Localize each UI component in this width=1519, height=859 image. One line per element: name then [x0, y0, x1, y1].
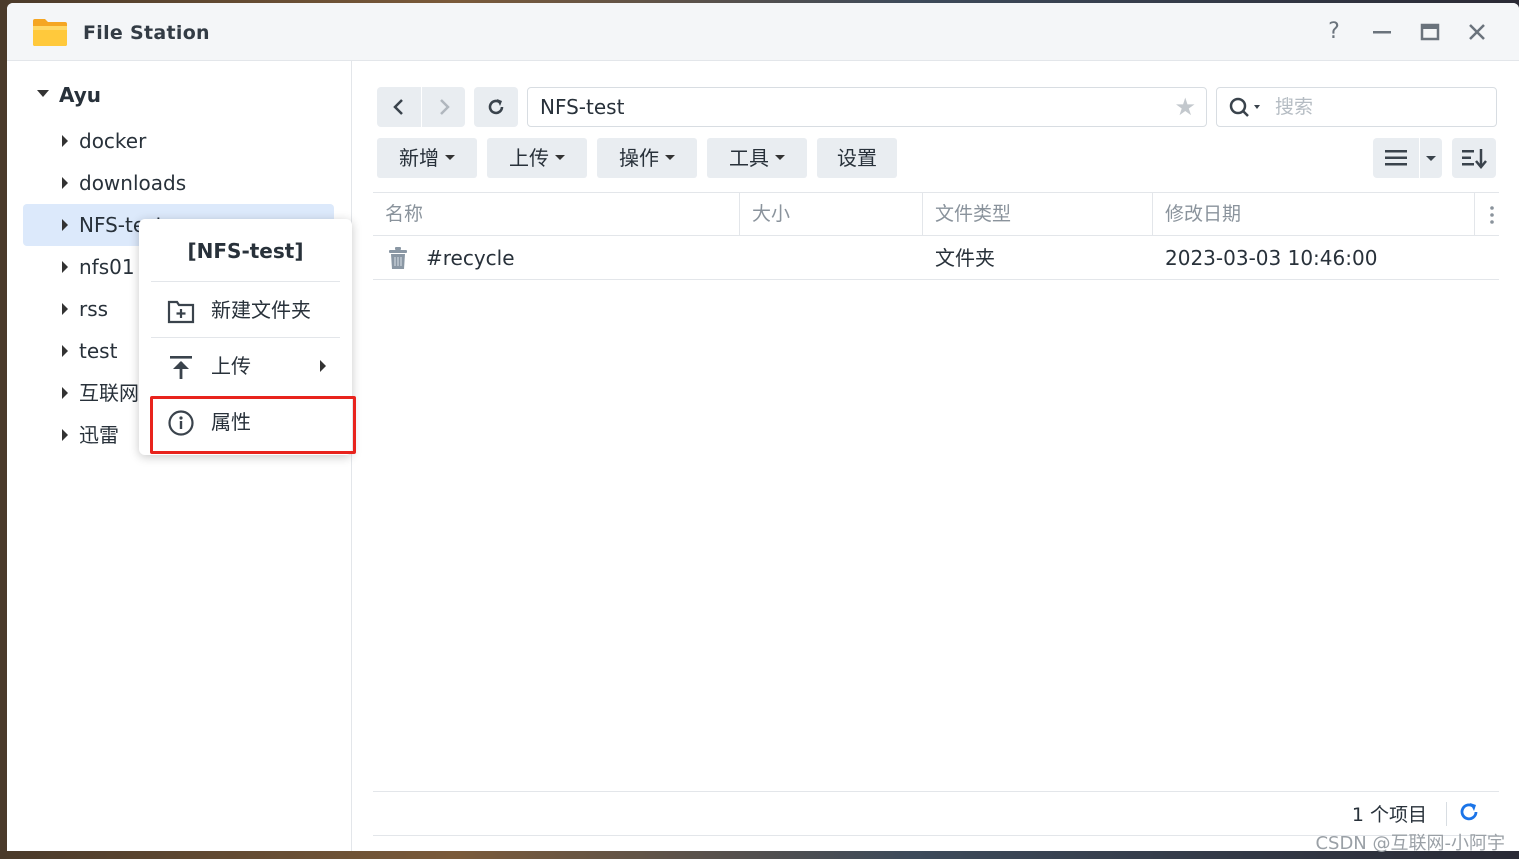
forward-button[interactable]	[422, 87, 465, 127]
tree-item-label: test	[79, 339, 118, 363]
highlight-annotation	[150, 396, 356, 454]
tree-item-label: 互联网	[79, 381, 139, 405]
tree-root-ayu[interactable]: Ayu	[37, 83, 101, 107]
tree-item-docker[interactable]: docker	[23, 120, 334, 162]
item-count: 1 个项目	[1351, 804, 1427, 826]
divider	[151, 337, 340, 338]
refresh-icon[interactable]	[1457, 800, 1481, 824]
close-icon[interactable]	[1462, 17, 1492, 47]
table-row[interactable]: #recycle 文件夹 2023-03-03 10:46:00	[373, 236, 1499, 280]
caret-right-icon[interactable]	[62, 387, 68, 399]
caret-right-icon[interactable]	[62, 429, 68, 441]
action-button[interactable]: 操作	[597, 138, 697, 178]
watermark: CSDN @互联网-小阿宇	[1315, 833, 1505, 854]
path-text: NFS-test	[540, 95, 625, 119]
column-size[interactable]: 大小	[740, 193, 922, 236]
folder-app-icon	[33, 19, 67, 46]
caret-right-icon[interactable]	[62, 135, 68, 147]
column-modified[interactable]: 修改日期	[1153, 193, 1473, 236]
back-button[interactable]	[377, 87, 421, 127]
refresh-icon	[488, 99, 504, 115]
column-type[interactable]: 文件类型	[923, 193, 1152, 236]
path-field[interactable]: NFS-test ★	[527, 87, 1207, 127]
minimize-icon[interactable]	[1367, 17, 1397, 47]
upload-icon	[170, 356, 192, 379]
tree-root-label: Ayu	[59, 83, 102, 107]
tree-item-label: 迅雷	[79, 423, 119, 447]
new-folder-icon	[167, 300, 195, 324]
maximize-icon[interactable]	[1415, 17, 1445, 47]
create-button[interactable]: 新增	[377, 138, 477, 178]
caret-right-icon[interactable]	[62, 177, 68, 189]
menu-item-label: 新建文件夹	[211, 298, 311, 322]
title-bar: File Station ?	[7, 3, 1519, 61]
column-menu-icon[interactable]	[1489, 205, 1495, 229]
menu-item-new-folder[interactable]: 新建文件夹	[151, 285, 340, 335]
sort-button[interactable]	[1452, 138, 1496, 178]
chevron-down-icon	[775, 155, 785, 160]
list-icon	[1385, 150, 1407, 166]
search-placeholder: 搜索	[1275, 96, 1314, 118]
window-title: File Station	[83, 22, 210, 44]
divider	[1446, 802, 1447, 826]
tree-item-label: docker	[79, 129, 147, 153]
action-label: 操作	[619, 146, 659, 170]
chevron-down-icon	[555, 155, 565, 160]
list-view-button[interactable]	[1373, 138, 1419, 178]
tools-button[interactable]: 工具	[707, 138, 807, 178]
search-input[interactable]: 搜索	[1216, 87, 1497, 127]
upload-label: 上传	[509, 146, 549, 170]
divider	[151, 281, 340, 282]
tools-label: 工具	[729, 146, 769, 170]
caret-right-icon[interactable]	[62, 219, 68, 231]
refresh-button[interactable]	[474, 87, 518, 127]
trash-icon	[389, 247, 407, 269]
chevron-down-icon	[1426, 156, 1436, 161]
file-station-window: File Station ? Ayu docker downloads NFS-…	[7, 3, 1519, 851]
chevron-down-icon	[665, 155, 675, 160]
cell-type: 文件夹	[935, 246, 995, 270]
column-name[interactable]: 名称	[373, 193, 739, 236]
menu-item-upload[interactable]: 上传	[151, 341, 340, 391]
create-label: 新增	[399, 146, 439, 170]
tree-item-label: downloads	[79, 171, 187, 195]
chevron-right-icon	[320, 360, 326, 372]
star-icon[interactable]: ★	[1174, 88, 1196, 126]
menu-item-label: 上传	[211, 354, 251, 378]
settings-button[interactable]: 设置	[817, 138, 897, 178]
sidebar: Ayu docker downloads NFS-test nfs01 rss …	[7, 61, 352, 851]
chevron-down-icon	[445, 155, 455, 160]
cell-modified: 2023-03-03 10:46:00	[1165, 246, 1378, 270]
settings-label: 设置	[837, 146, 877, 170]
caret-right-icon[interactable]	[62, 303, 68, 315]
column-divider[interactable]	[1474, 193, 1475, 236]
sort-icon	[1462, 149, 1487, 169]
table-header: 名称 大小 文件类型 修改日期	[373, 192, 1499, 236]
caret-right-icon[interactable]	[62, 261, 68, 273]
cell-name: #recycle	[426, 246, 515, 270]
upload-button[interactable]: 上传	[487, 138, 587, 178]
chevron-left-icon	[393, 99, 403, 115]
caret-right-icon[interactable]	[62, 345, 68, 357]
view-dropdown-button[interactable]	[1420, 138, 1442, 178]
tree-item-downloads[interactable]: downloads	[23, 162, 334, 204]
context-menu-title: [NFS-test]	[187, 239, 304, 263]
tree-item-label: rss	[79, 297, 109, 321]
help-icon[interactable]: ?	[1319, 17, 1349, 47]
chevron-right-icon	[439, 99, 450, 115]
caret-down-icon[interactable]	[37, 90, 49, 97]
tree-item-label: nfs01	[79, 255, 135, 279]
search-icon[interactable]	[1229, 96, 1265, 118]
main-panel: NFS-test ★ 搜索 新增 上传 操作 工具 设置 名称 大小 文件类型 …	[353, 61, 1519, 851]
